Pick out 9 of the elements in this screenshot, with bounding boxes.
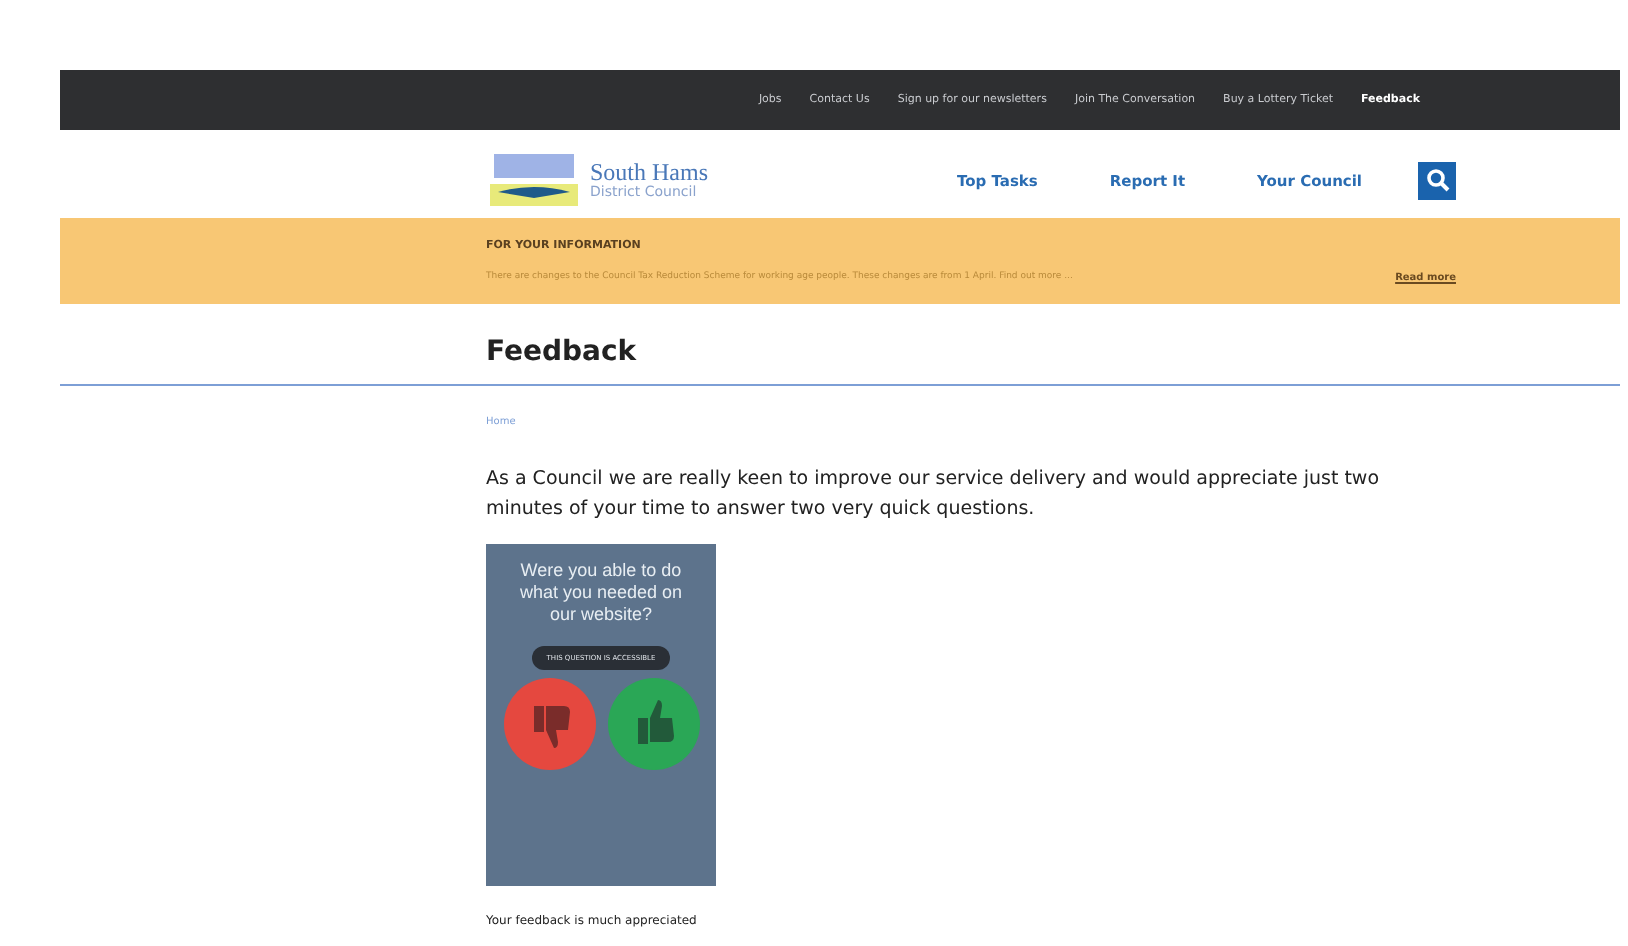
search-icon — [1425, 168, 1449, 192]
intro-paragraph: As a Council we are really keen to improve our service delivery and would appreciate just two minutes of your time to answer two very quick questions. — [486, 466, 1382, 524]
page-title: Feedback — [486, 336, 639, 368]
thumbs-down-icon[interactable] — [503, 678, 595, 770]
logo-name: South Hams — [590, 160, 709, 184]
landscape-logo-icon[interactable] — [490, 154, 578, 206]
thumbs-up-icon[interactable] — [607, 678, 699, 770]
search-button[interactable] — [1418, 161, 1456, 199]
survey-question: Were you able to do what you needed on our website? — [517, 560, 685, 626]
